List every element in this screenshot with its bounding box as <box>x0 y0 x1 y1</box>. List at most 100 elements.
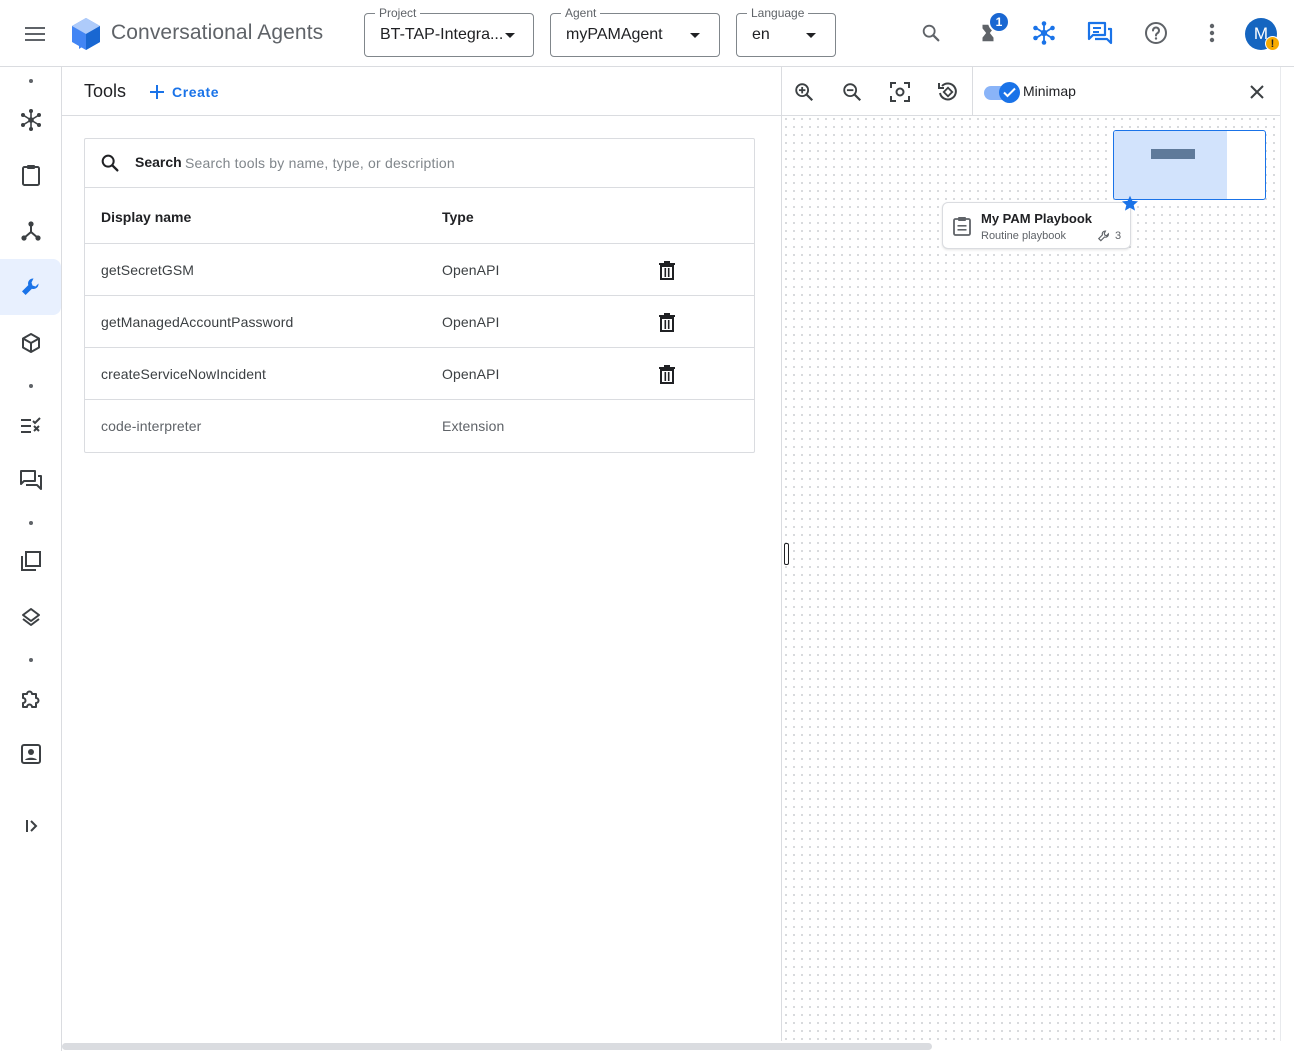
tool-name[interactable]: createServiceNowIncident <box>101 366 266 382</box>
help-button[interactable] <box>1143 20 1169 46</box>
playbook-graph-canvas[interactable]: Minimap My PAM Playbook Routine playbook… <box>781 67 1288 1041</box>
left-resize-handle[interactable] <box>784 543 789 565</box>
reset-layout-button[interactable] <box>935 79 961 105</box>
graph-network-icon <box>1033 21 1055 45</box>
playbooks-icon <box>20 109 41 131</box>
dropdown-arrow-icon <box>690 33 700 38</box>
zoom-out-icon <box>843 83 862 102</box>
notification-badge: 1 <box>988 11 1010 33</box>
flow-branch-icon <box>20 221 41 241</box>
start-playbook-star-icon <box>1121 195 1139 212</box>
vertical-scrollbar[interactable] <box>1280 67 1294 1041</box>
search-label: Search <box>135 154 182 170</box>
nav-evaluations[interactable] <box>0 397 61 453</box>
nav-integrations[interactable] <box>0 671 61 727</box>
language-select[interactable]: Language en <box>736 6 836 57</box>
main-menu-button[interactable] <box>20 19 50 49</box>
more-vert-icon <box>1209 23 1215 43</box>
nav-group-dot <box>29 79 33 83</box>
delete-icon <box>659 364 675 384</box>
table-body: getSecretGSM OpenAPI getManagedAccountPa… <box>85 244 754 452</box>
table-row[interactable]: code-interpreter Extension <box>85 400 754 452</box>
minimap-toggle[interactable] <box>984 81 1020 103</box>
nav-group-dot <box>29 521 33 525</box>
column-header-display-name[interactable]: Display name <box>101 209 191 225</box>
tools-table: Search Display name Type getSecretGSM Op… <box>84 138 755 453</box>
top-app-bar: Conversational Agents Project BT-TAP-Int… <box>0 0 1294 67</box>
nav-agent-settings[interactable] <box>0 726 61 782</box>
canvas-toolbar: Minimap <box>782 67 1280 116</box>
table-row[interactable]: getManagedAccountPassword OpenAPI <box>85 296 754 348</box>
create-tool-button[interactable]: Create <box>150 81 219 103</box>
project-select-label: Project <box>375 6 421 20</box>
minimap-viewport[interactable] <box>1114 131 1227 199</box>
zoom-in-button[interactable] <box>791 79 817 105</box>
help-icon <box>1145 22 1167 44</box>
minimap-toggle-label: Minimap <box>1023 83 1076 99</box>
playbook-node[interactable]: My PAM Playbook Routine playbook 3 <box>942 195 1138 249</box>
table-search-bar: Search <box>85 139 754 188</box>
page-title: Tools <box>84 81 127 101</box>
dropdown-arrow-icon <box>806 33 816 38</box>
expand-nav-button[interactable] <box>0 798 61 854</box>
language-select-label: Language <box>747 6 809 20</box>
playbook-node-subtitle: Routine playbook <box>981 230 1067 242</box>
tool-name[interactable]: getSecretGSM <box>101 262 194 278</box>
minimap[interactable] <box>1113 130 1266 200</box>
toolbar-divider <box>972 67 973 116</box>
project-select[interactable]: Project BT-TAP-Integra... <box>364 6 534 57</box>
account-warning-icon: ! <box>1265 36 1280 51</box>
left-navigation-rail <box>0 67 62 1051</box>
tools-header: Tools Create <box>62 67 781 116</box>
delete-icon <box>659 260 675 280</box>
nav-tools[interactable] <box>0 259 61 315</box>
app-title: Conversational Agents <box>111 21 324 44</box>
fit-view-button[interactable] <box>887 79 913 105</box>
nav-playbooks[interactable] <box>0 92 61 148</box>
table-row[interactable]: createServiceNowIncident OpenAPI <box>85 348 754 400</box>
layers-icon <box>21 608 40 626</box>
delete-tool-button[interactable] <box>655 310 679 334</box>
chat-button[interactable] <box>1087 20 1113 46</box>
playbook-clipboard-icon <box>951 215 973 237</box>
column-header-type[interactable]: Type <box>442 209 474 225</box>
search-icon <box>922 24 940 42</box>
tool-type: OpenAPI <box>442 366 500 382</box>
nav-flows[interactable] <box>0 147 61 203</box>
playbook-node-title: My PAM Playbook <box>981 211 1093 226</box>
tool-type: OpenAPI <box>442 314 500 330</box>
chat-icon <box>1087 21 1113 45</box>
nav-conversation-history[interactable] <box>0 452 61 508</box>
reset-rotate-icon <box>938 82 957 101</box>
forum-icon <box>19 470 42 490</box>
check-icon <box>1003 87 1016 98</box>
search-button[interactable] <box>918 20 944 46</box>
nav-examples[interactable] <box>0 315 61 371</box>
tool-name[interactable]: code-interpreter <box>101 418 201 434</box>
nav-generators[interactable] <box>0 589 61 645</box>
add-icon <box>150 85 164 99</box>
delete-tool-button[interactable] <box>655 258 679 282</box>
close-canvas-button[interactable] <box>1244 79 1270 105</box>
agent-select[interactable]: Agent myPAMAgent <box>550 6 720 57</box>
horizontal-scrollbar[interactable] <box>62 1043 932 1050</box>
nav-group-dot <box>29 384 33 388</box>
more-options-button[interactable] <box>1199 20 1225 46</box>
search-input[interactable] <box>185 152 725 174</box>
agent-select-label: Agent <box>561 6 601 20</box>
wrench-icon <box>21 278 39 295</box>
dropdown-arrow-icon <box>505 33 515 38</box>
agent-graph-button[interactable] <box>1031 20 1057 46</box>
table-row[interactable]: getSecretGSM OpenAPI <box>85 244 754 296</box>
tool-name[interactable]: getManagedAccountPassword <box>101 314 293 330</box>
nav-data-stores[interactable] <box>0 533 61 589</box>
delete-tool-button[interactable] <box>655 362 679 386</box>
zoom-out-button[interactable] <box>839 79 865 105</box>
cube-icon <box>21 333 40 353</box>
conversational-agents-logo <box>70 17 102 53</box>
clipboard-icon <box>21 165 40 186</box>
delete-icon <box>659 312 675 332</box>
contact-card-icon <box>20 744 41 764</box>
hamburger-menu-icon <box>25 27 45 41</box>
nav-routes[interactable] <box>0 203 61 259</box>
